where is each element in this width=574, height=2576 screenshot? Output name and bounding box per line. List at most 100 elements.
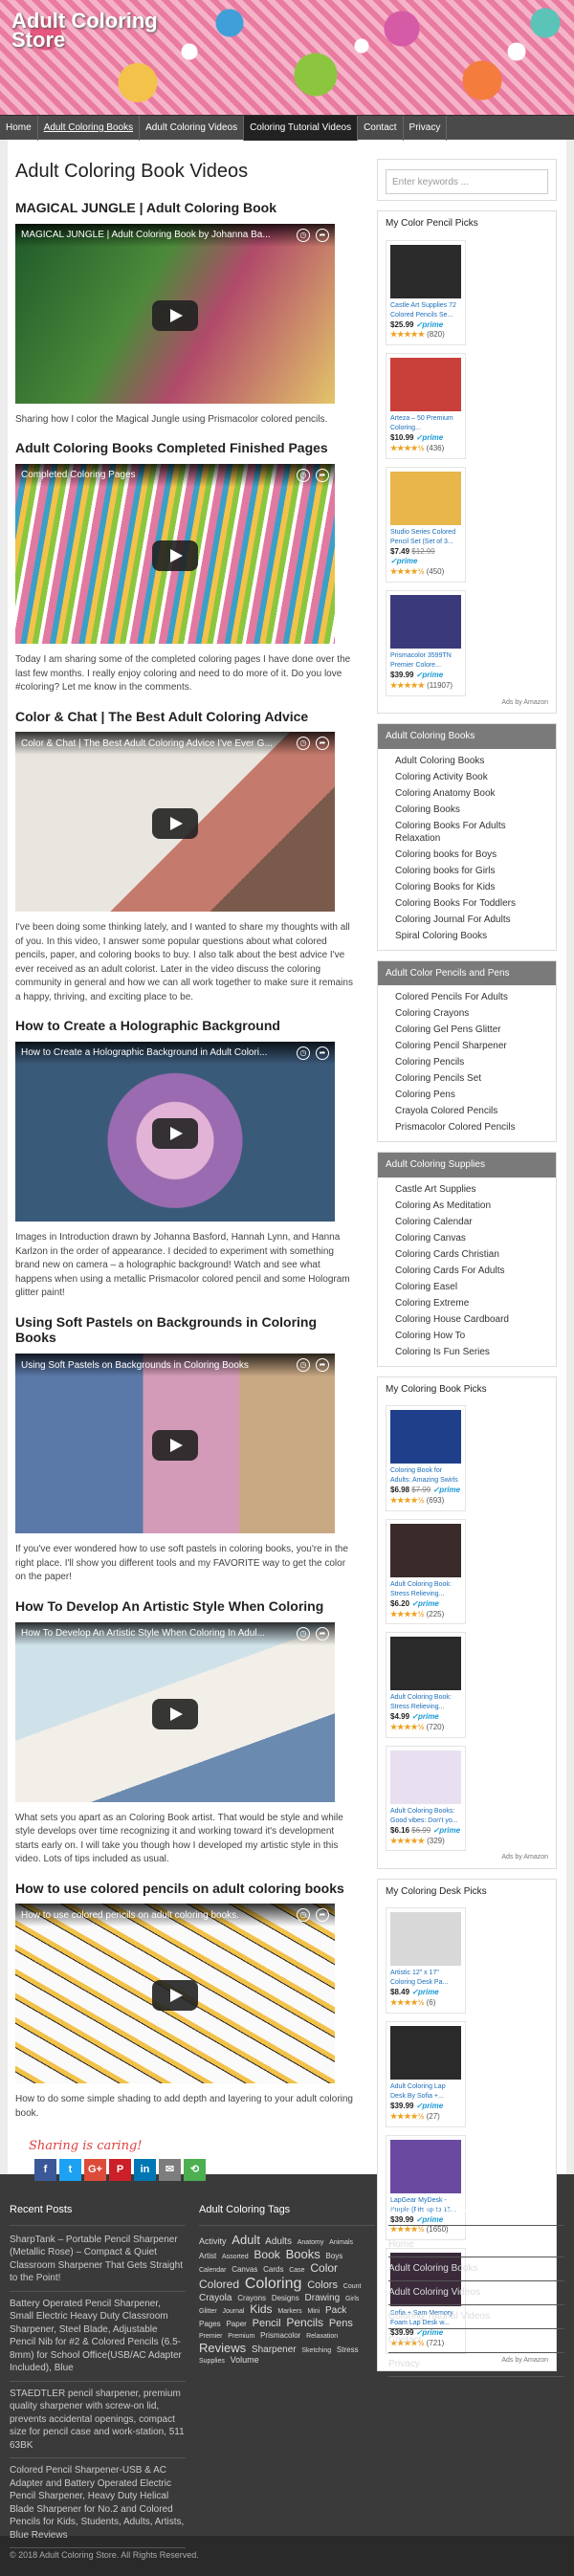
video-title[interactable]: Using Soft Pastels on Backgrounds in Col… [21,1359,297,1373]
review-count[interactable]: (693) [427,1496,445,1505]
product-name[interactable]: Arteza – 50 Premium Coloring... [390,414,461,433]
tag-link[interactable]: Case [289,2267,304,2274]
twitter-share-button[interactable]: t [59,2158,81,2181]
nav-coloring-tutorial-videos[interactable]: Coloring Tutorial Videos [244,116,359,141]
product-image[interactable] [390,2026,461,2081]
tag-link[interactable]: Prismacolor [260,2331,300,2340]
product-name[interactable]: Studio Series Colored Pencil Set (Set of… [390,528,461,547]
play-button[interactable] [152,1980,198,2012]
sidebar-link[interactable]: Coloring Activity Book [395,769,548,785]
clock-icon[interactable]: ◷ [297,1626,310,1640]
nav-privacy[interactable]: Privacy [404,116,448,141]
sidebar-link[interactable]: Coloring As Meditation [395,1198,548,1214]
review-count[interactable]: (27) [427,2112,440,2121]
nav-adult-coloring-books[interactable]: Adult Coloring Books [38,116,141,141]
email-share-button[interactable]: ✉ [159,2158,181,2181]
product-image[interactable] [390,1637,461,1691]
tag-link[interactable]: Coloring [245,2276,302,2292]
sidebar-link[interactable]: Spiral Coloring Books [395,928,548,944]
tag-link[interactable]: Designs [272,2294,299,2302]
sidebar-link[interactable]: Coloring Is Fun Series [395,1344,548,1360]
sidebar-link[interactable]: Coloring How To [395,1328,548,1344]
tag-link[interactable]: Markers [277,2308,301,2315]
product-name[interactable]: Coloring Book for Adults: Amazing Swirls [390,1466,461,1486]
tag-link[interactable]: Stress [337,2345,359,2354]
tag-link[interactable]: Count [343,2283,362,2290]
video-embed[interactable]: Using Soft Pastels on Backgrounds in Col… [15,1354,335,1534]
product-image[interactable] [390,244,461,298]
ads-by-amazon[interactable]: Ads by Amazon [378,1853,556,1867]
tag-link[interactable]: Pencil [253,2318,281,2329]
tag-link[interactable]: Cards [263,2265,283,2274]
review-count[interactable]: (11907) [427,681,453,690]
clock-icon[interactable]: ◷ [297,737,310,751]
post-title[interactable]: How To Develop An Artistic Style When Co… [15,1598,358,1615]
tag-link[interactable]: Kids [250,2302,272,2317]
recent-post-link[interactable]: Colored Pencil Sharpener-USB & AC Adapte… [10,2464,186,2549]
tag-link[interactable]: Boys [325,2252,342,2260]
product-card[interactable]: Castle Art Supplies 72 Colored Pencils S… [386,239,466,346]
tag-link[interactable]: Canvas [232,2265,257,2274]
tag-link[interactable]: Anatomy [298,2239,324,2246]
sidebar-link[interactable]: Coloring Books For Adults Relaxation [395,818,548,847]
share-icon[interactable]: ➦ [316,228,329,242]
tag-link[interactable]: Mini [307,2308,320,2315]
sidebar-link[interactable]: Coloring Cards For Adults [395,1263,548,1279]
tag-link[interactable]: Artist [199,2252,216,2260]
product-card[interactable]: Prismacolor 3599TN Premier Colore... $39.… [386,590,466,696]
clock-icon[interactable]: ◷ [297,1046,310,1061]
sharethis-share-button[interactable]: ⟲ [184,2158,206,2181]
sidebar-link[interactable]: Coloring House Cardboard [395,1311,548,1328]
sidebar-link[interactable]: Castle Art Supplies [395,1181,548,1198]
play-button[interactable] [152,299,198,331]
review-count[interactable]: (450) [427,567,445,576]
tag-link[interactable]: Pencils [286,2316,323,2329]
tag-link[interactable]: Reviews [199,2341,246,2355]
play-button[interactable] [152,1118,198,1150]
tag-link[interactable]: Paper [226,2320,246,2328]
tag-link[interactable]: Glitter [199,2308,217,2315]
tag-link[interactable]: Colored [199,2278,239,2291]
video-title[interactable]: Color & Chat | The Best Adult Coloring A… [21,738,297,751]
post-title[interactable]: MAGICAL JUNGLE | Adult Coloring Book [15,200,358,216]
product-card[interactable]: Studio Series Colored Pencil Set (Set of… [386,466,466,583]
post-title[interactable]: Adult Coloring Books Completed Finished … [15,440,358,456]
product-name[interactable]: Artistic 12" x 17" Coloring Desk Pa... [390,1969,461,1988]
recent-post-link[interactable]: SharpTank – Portable Pencil Sharpener (M… [10,2234,186,2292]
tag-link[interactable]: Journal [222,2308,244,2315]
product-card[interactable]: Adult Coloring Books: Good vibes: Don't … [386,1745,466,1852]
review-count[interactable]: (329) [427,1837,445,1845]
video-title[interactable]: How To Develop An Artistic Style When Co… [21,1627,297,1640]
site-title[interactable]: Adult Coloring Store [11,11,203,51]
video-embed[interactable]: MAGICAL JUNGLE | Adult Coloring Book by … [15,223,335,404]
sidebar-link[interactable]: Coloring Canvas [395,1230,548,1246]
product-name[interactable]: Adult Coloring Book: Stress Relieving... [390,1580,461,1599]
share-icon[interactable]: ➦ [316,1358,329,1373]
product-card[interactable]: Coloring Book for Adults: Amazing Swirls… [386,1405,466,1511]
tag-link[interactable]: Pack [325,2305,346,2316]
post-title[interactable]: How to use colored pencils on adult colo… [15,1881,358,1897]
sidebar-link[interactable]: Coloring Extreme [395,1295,548,1311]
sidebar-link[interactable]: Coloring books for Boys [395,847,548,863]
linkedin-share-button[interactable]: in [134,2158,156,2181]
sidebar-link[interactable]: Coloring Pencils Set [395,1070,548,1087]
tag-link[interactable]: Sharpener [252,2345,297,2355]
tag-link[interactable]: Premium [228,2333,254,2340]
sidebar-link[interactable]: Coloring Pencil Sharpener [395,1038,548,1054]
footer-page-link[interactable]: Privacy [388,2353,564,2377]
play-button[interactable] [152,1430,198,1462]
product-card[interactable]: Adult Coloring Book: Stress Relieving...… [386,1632,466,1738]
product-image[interactable] [390,2139,461,2193]
tag-link[interactable]: Relaxation [306,2333,338,2340]
tag-link[interactable]: Books [286,2247,320,2261]
share-icon[interactable]: ➦ [316,737,329,751]
product-name[interactable]: Adult Coloring Lap Desk By Sofia +... [390,2082,461,2102]
sidebar-link[interactable]: Coloring Books for Kids [395,879,548,895]
product-image[interactable] [390,1523,461,1577]
play-button[interactable] [152,808,198,840]
share-icon[interactable]: ➦ [316,469,329,483]
post-title[interactable]: Color & Chat | The Best Adult Coloring A… [15,709,358,725]
tag-link[interactable]: Adults [265,2236,292,2247]
clock-icon[interactable]: ◷ [297,1358,310,1373]
tag-link[interactable]: Adult [232,2233,260,2247]
